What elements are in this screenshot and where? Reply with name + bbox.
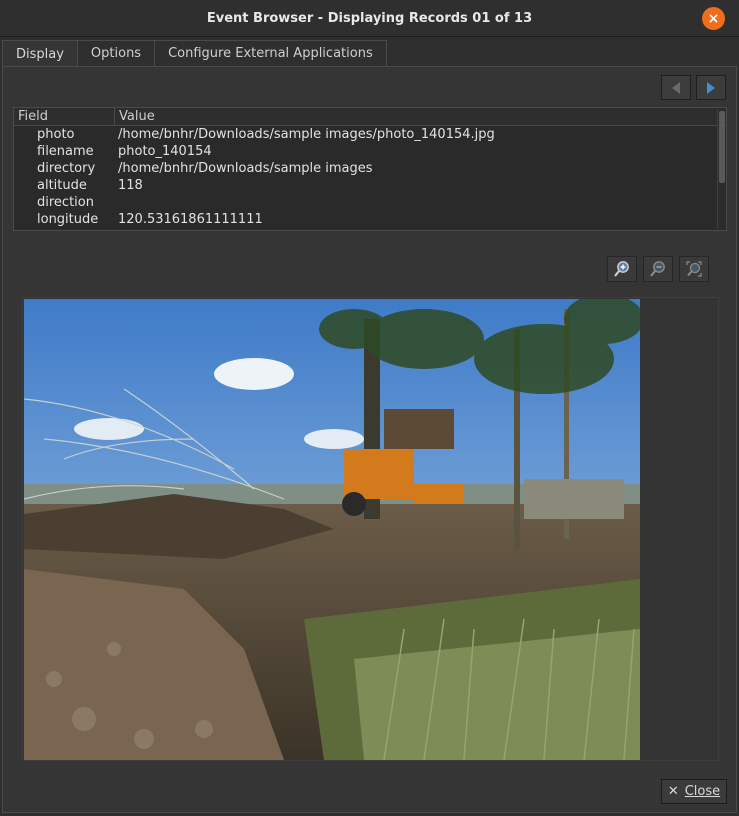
zoom-in-icon (614, 261, 629, 277)
table-row[interactable]: altitude 118 (14, 177, 726, 194)
close-icon: ✕ (667, 784, 679, 799)
chevron-left-icon (672, 81, 680, 94)
field-cell: altitude (37, 178, 87, 193)
tab-display-label: Display (16, 46, 64, 62)
value-cell: 118 (118, 178, 143, 193)
image-viewport[interactable] (22, 297, 719, 761)
scrollbar-thumb[interactable] (719, 111, 725, 183)
window-close-button[interactable]: × (702, 7, 725, 30)
field-cell: filename (37, 144, 94, 159)
table-row[interactable]: photo /home/bnhr/Downloads/sample images… (14, 126, 726, 143)
table-row[interactable]: directory /home/bnhr/Downloads/sample im… (14, 160, 726, 177)
close-button[interactable]: ✕ Close (661, 779, 727, 804)
tab-options[interactable]: Options (76, 40, 156, 66)
field-cell: longitude (37, 212, 99, 227)
photo-illustration (24, 299, 640, 760)
field-column-header[interactable]: Field (14, 108, 115, 125)
zoom-out-button[interactable] (643, 256, 673, 282)
value-cell: 120.53161861111111 (118, 212, 263, 227)
close-button-label: Close (684, 784, 721, 799)
record-table: Field Value photo /home/bnhr/Downloads/s… (13, 107, 727, 231)
zoom-fit-icon (686, 261, 702, 277)
window-body: Display Options Configure External Appli… (0, 37, 739, 816)
value-cell: /home/bnhr/Downloads/sample images/photo… (118, 127, 495, 142)
table-row[interactable]: filename photo_140154 (14, 143, 726, 160)
value-cell (116, 194, 118, 211)
zoom-in-button[interactable] (607, 256, 637, 282)
window-title: Event Browser - Displaying Records 01 of… (206, 10, 533, 26)
table-row[interactable]: longitude 120.53161861111111 (14, 211, 726, 228)
value-cell: /home/bnhr/Downloads/sample images (118, 161, 373, 176)
tab-configure-external-applications[interactable]: Configure External Applications (154, 40, 387, 66)
table-scrollbar[interactable] (717, 109, 725, 229)
zoom-out-icon (650, 261, 665, 277)
tab-display[interactable]: Display (2, 40, 78, 67)
chevron-right-icon (707, 81, 715, 94)
tab-bar: Display Options Configure External Appli… (2, 40, 387, 67)
tab-options-label: Options (90, 46, 142, 61)
field-cell: photo (37, 127, 75, 142)
previous-record-button[interactable] (661, 75, 691, 100)
table-row[interactable]: direction (14, 194, 726, 211)
next-record-button[interactable] (696, 75, 726, 100)
title-bar: Event Browser - Displaying Records 01 of… (0, 0, 739, 37)
field-cell: direction (37, 195, 94, 210)
value-column-header[interactable]: Value (115, 108, 155, 125)
tab-configure-label: Configure External Applications (168, 46, 373, 61)
display-panel: Field Value photo /home/bnhr/Downloads/s… (2, 66, 737, 813)
field-cell: directory (37, 161, 96, 176)
table-header: Field Value (14, 108, 726, 126)
zoom-fit-button[interactable] (679, 256, 709, 282)
event-photo[interactable] (24, 299, 640, 760)
close-icon: × (707, 10, 720, 27)
value-cell: photo_140154 (118, 144, 212, 159)
